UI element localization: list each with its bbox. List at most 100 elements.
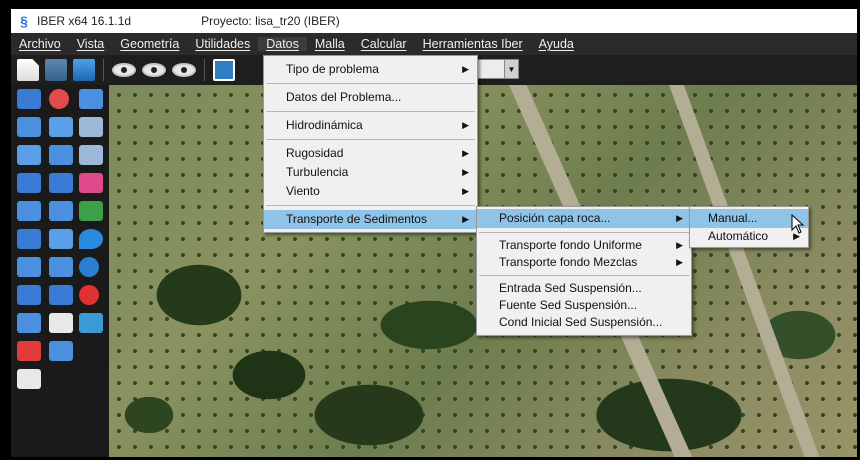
menu-item-hidrodinamica[interactable]: Hidrodinámica ▶ — [264, 116, 477, 135]
iber-logo-icon: § — [20, 13, 28, 29]
submenu-arrow-icon: ▶ — [462, 64, 469, 74]
shape-tool-icon[interactable] — [17, 313, 41, 333]
line-tool-icon[interactable] — [17, 173, 41, 193]
view-eye-icon[interactable] — [142, 63, 166, 77]
inlet-tool-icon[interactable] — [79, 117, 103, 137]
menu-item-transporte-sedimentos[interactable]: Transporte de Sedimentos ▶ — [264, 210, 477, 229]
measure-tool-icon[interactable] — [49, 341, 73, 361]
menu-divider — [266, 83, 475, 84]
flip-tool-icon[interactable] — [49, 313, 73, 333]
project-title: Proyecto: lisa_tr20 (IBER) — [201, 14, 340, 28]
stop-icon[interactable] — [79, 285, 99, 305]
info-icon[interactable] — [79, 257, 99, 277]
menu-item-datos-problema[interactable]: Datos del Problema... — [264, 88, 477, 107]
submenu-arrow-icon: ▶ — [676, 257, 683, 267]
layer-tool-icon[interactable] — [49, 201, 73, 221]
run-tool-icon[interactable] — [79, 313, 103, 333]
zoom-window-icon[interactable] — [17, 117, 41, 137]
terrain-tool-icon[interactable] — [79, 201, 103, 221]
submenu-arrow-icon: ▶ — [462, 167, 469, 177]
collapse-tool-icon[interactable] — [49, 285, 73, 305]
save-icon[interactable] — [73, 59, 95, 81]
title-bar: § IBER x64 16.1.1d Proyecto: lisa_tr20 (… — [11, 9, 857, 33]
left-toolbar — [11, 85, 109, 457]
menu-item-label: Datos del Problema... — [286, 90, 402, 104]
water-drop-icon[interactable] — [79, 229, 103, 249]
app-window: § IBER x64 16.1.1d Proyecto: lisa_tr20 (… — [10, 8, 858, 458]
menu-vista[interactable]: Vista — [69, 37, 113, 51]
curve-tool-icon[interactable] — [17, 257, 41, 277]
menu-item-label: Transporte fondo Mezclas — [499, 255, 638, 269]
menu-item-label: Turbulencia — [286, 165, 349, 179]
edit-tool-icon[interactable] — [49, 117, 73, 137]
camera-icon[interactable] — [213, 59, 235, 81]
surface-tool-icon[interactable] — [17, 285, 41, 305]
menu-item-cond-inicial-suspension[interactable]: Cond Inicial Sed Suspensión... — [477, 314, 691, 331]
menu-item-label: Automático — [708, 229, 769, 243]
rotate-icon[interactable] — [17, 145, 41, 165]
menu-item-entrada-suspension[interactable]: Entrada Sed Suspensión... — [477, 280, 691, 297]
open-folder-icon[interactable] — [45, 59, 67, 81]
polyline-tool-icon[interactable] — [49, 173, 73, 193]
toolbar-divider — [103, 59, 104, 81]
menu-item-label: Fuente Sed Suspensión... — [499, 298, 638, 312]
delete-icon[interactable] — [17, 341, 41, 361]
move-tool-icon[interactable] — [49, 145, 73, 165]
menu-ayuda[interactable]: Ayuda — [531, 37, 582, 51]
menu-item-fondo-mezclas[interactable]: Transporte fondo Mezclas ▶ — [477, 254, 691, 271]
menu-item-label: Cond Inicial Sed Suspensión... — [499, 315, 663, 329]
submenu-arrow-icon: ▶ — [462, 214, 469, 224]
menu-item-turbulencia[interactable]: Turbulencia ▶ — [264, 163, 477, 182]
submenu-arrow-icon: ▶ — [462, 186, 469, 196]
point-tool-icon[interactable] — [49, 89, 69, 109]
brush-tool-icon[interactable] — [79, 89, 103, 109]
layer-combo[interactable]: ▼ — [473, 59, 519, 79]
submenu-arrow-icon: ▶ — [462, 148, 469, 158]
submenu-arrow-icon: ▶ — [676, 240, 683, 250]
menu-item-label: Manual... — [708, 211, 758, 225]
menu-divider — [479, 232, 689, 233]
sedimentos-submenu: Posición capa roca... ▶ Transporte fondo… — [476, 206, 692, 336]
document-icon[interactable] — [17, 369, 41, 389]
menu-item-tipo-problema[interactable]: Tipo de problema ▶ — [264, 60, 477, 79]
boundary-tool-icon[interactable] — [49, 229, 73, 249]
new-file-icon[interactable] — [17, 59, 39, 81]
menu-item-label: Transporte de Sedimentos — [286, 212, 427, 226]
outlet-tool-icon[interactable] — [79, 145, 103, 165]
menu-utilidades[interactable]: Utilidades — [187, 37, 258, 51]
menu-item-label: Viento — [286, 184, 320, 198]
menu-item-rugosidad[interactable]: Rugosidad ▶ — [264, 144, 477, 163]
chevron-down-icon[interactable]: ▼ — [504, 60, 518, 78]
menu-divider — [266, 111, 475, 112]
menu-item-viento[interactable]: Viento ▶ — [264, 182, 477, 201]
menu-item-label: Transporte fondo Uniforme — [499, 238, 642, 252]
menu-item-fuente-suspension[interactable]: Fuente Sed Suspensión... — [477, 297, 691, 314]
segment-tool-icon[interactable] — [17, 201, 41, 221]
menu-malla[interactable]: Malla — [307, 37, 353, 51]
menu-item-posicion-capa-roca[interactable]: Posición capa roca... ▶ — [477, 209, 691, 228]
menu-datos[interactable]: Datos — [258, 37, 307, 51]
road-feature — [669, 85, 826, 457]
view-eye-icon[interactable] — [172, 63, 196, 77]
menu-geometria[interactable]: Geometría — [112, 37, 187, 51]
tool-column-1 — [17, 89, 41, 389]
menu-item-fondo-uniforme[interactable]: Transporte fondo Uniforme ▶ — [477, 237, 691, 254]
menu-item-label: Posición capa roca... — [499, 211, 611, 225]
menu-archivo[interactable]: Archivo — [11, 37, 69, 51]
menu-divider — [266, 139, 475, 140]
volume-tool-icon[interactable] — [49, 257, 73, 277]
hydrograph-tool-icon[interactable] — [79, 173, 103, 193]
menu-item-label: Entrada Sed Suspensión... — [499, 281, 642, 295]
menu-item-label: Tipo de problema — [286, 62, 379, 76]
menu-herramientas-iber[interactable]: Herramientas Iber — [415, 37, 531, 51]
datos-menu: Tipo de problema ▶ Datos del Problema...… — [263, 55, 478, 233]
app-title: IBER x64 16.1.1d — [37, 14, 132, 28]
menu-item-label: Rugosidad — [286, 146, 344, 160]
toolbar-divider — [204, 59, 205, 81]
view-eye-icon[interactable] — [112, 63, 136, 77]
tool-column-3 — [79, 89, 103, 333]
menu-calcular[interactable]: Calcular — [353, 37, 415, 51]
zoom-in-icon[interactable] — [17, 89, 41, 109]
arc-tool-icon[interactable] — [17, 229, 41, 249]
menu-bar: Archivo Vista Geometría Utilidades Datos… — [11, 33, 857, 55]
